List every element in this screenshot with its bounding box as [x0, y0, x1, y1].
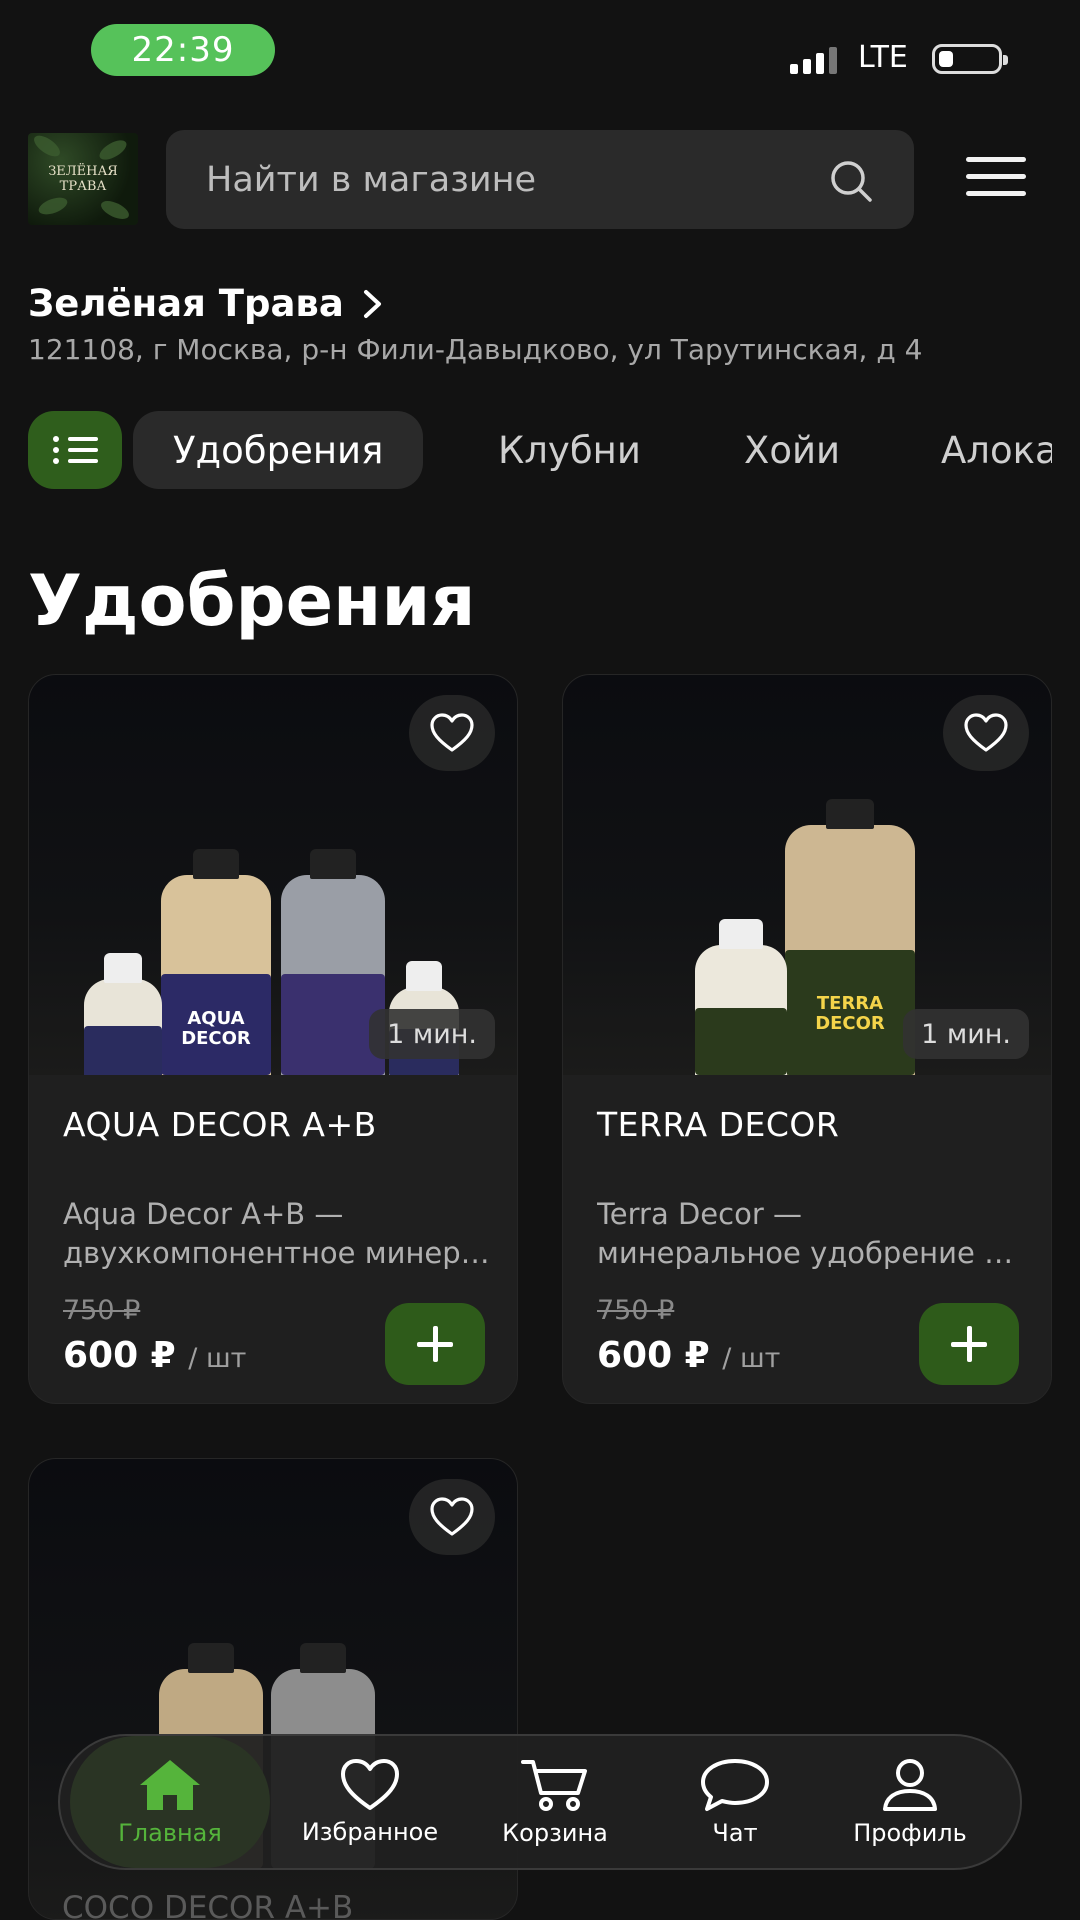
- product-description: Terra Decor — минеральное удобрение для …: [597, 1195, 1027, 1273]
- nav-cart[interactable]: Корзина: [470, 1736, 640, 1868]
- search-icon[interactable]: [828, 158, 874, 204]
- chat-icon: [701, 1759, 769, 1811]
- search-placeholder: Найти в магазине: [206, 160, 536, 200]
- nav-home[interactable]: Главная: [70, 1736, 270, 1868]
- product-card[interactable]: TERRA DECOR 1 мин. TERRA DECOR Terra Dec…: [562, 674, 1052, 1404]
- nav-label: Главная: [118, 1819, 222, 1847]
- old-price: 750 ₽: [597, 1295, 675, 1326]
- old-price: 750 ₽: [63, 1295, 141, 1326]
- delivery-time-badge: 1 мин.: [369, 1009, 495, 1059]
- description-line: Terra Decor —: [597, 1197, 802, 1231]
- description-line: Aqua Decor A+B —: [63, 1197, 344, 1231]
- bottle-label: AQUA DECOR: [181, 1008, 251, 1050]
- category-chip[interactable]: Удобрения: [133, 411, 424, 489]
- nav-chat[interactable]: Чат: [660, 1736, 810, 1868]
- add-to-cart-button[interactable]: [919, 1303, 1019, 1385]
- price: 600 ₽ / шт: [63, 1335, 246, 1376]
- favorite-button[interactable]: [943, 695, 1029, 771]
- hamburger-menu-icon[interactable]: [966, 157, 1026, 197]
- heart-icon: [964, 713, 1008, 752]
- favorite-button[interactable]: [409, 695, 495, 771]
- heart-icon: [341, 1759, 399, 1810]
- description-line: двухкомпонентное минеральное удобрение: [63, 1236, 493, 1270]
- home-icon: [140, 1760, 200, 1810]
- heart-icon: [430, 1497, 474, 1536]
- nav-label: Избранное: [301, 1818, 439, 1846]
- price-value: 600 ₽: [63, 1335, 176, 1376]
- heart-icon: [430, 713, 474, 752]
- category-list-icon[interactable]: [28, 411, 122, 489]
- nav-label: Корзина: [502, 1819, 608, 1847]
- bottom-navigation: Главная Избранное Корзина Чат Профиль: [58, 1734, 1022, 1870]
- nav-label: Чат: [712, 1819, 758, 1847]
- bottle-label: TERRA DECOR: [815, 992, 885, 1034]
- chevron-right-icon: [363, 289, 381, 318]
- status-time: 22:39: [91, 24, 275, 76]
- store-name: Зелёная Трава: [28, 282, 344, 325]
- product-name: COCO DECOR A+B: [62, 1890, 354, 1920]
- store-name-link[interactable]: Зелёная Трава: [28, 282, 384, 325]
- nav-label: Профиль: [853, 1819, 967, 1847]
- category-chip[interactable]: Клубни: [498, 411, 641, 489]
- status-bar: 22:39 LTE: [0, 0, 1080, 110]
- signal-icon: [790, 44, 837, 74]
- category-chips: Удобрения Клубни Хойи Алоказии: [28, 411, 1052, 489]
- nav-favorites[interactable]: Избранное: [280, 1736, 460, 1868]
- price-unit: / шт: [188, 1343, 247, 1374]
- product-description: Aqua Decor A+B — двухкомпонентное минера…: [63, 1195, 493, 1273]
- product-card[interactable]: AQUA DECOR 1 мин. AQUA DECOR A+B Aqua De…: [28, 674, 518, 1404]
- network-type: LTE: [858, 40, 908, 75]
- delivery-time-badge: 1 мин.: [903, 1009, 1029, 1059]
- store-logo[interactable]: ЗЕЛЁНАЯ ТРАВА: [28, 133, 138, 225]
- product-name: AQUA DECOR A+B: [63, 1105, 377, 1144]
- price: 600 ₽ / шт: [597, 1335, 780, 1376]
- cart-icon: [521, 1760, 587, 1811]
- nav-profile[interactable]: Профиль: [820, 1736, 1000, 1868]
- product-name: TERRA DECOR: [597, 1105, 840, 1144]
- add-to-cart-button[interactable]: [385, 1303, 485, 1385]
- price-unit: / шт: [722, 1343, 781, 1374]
- category-chip[interactable]: Хойи: [744, 411, 840, 489]
- description-line: минеральное удобрение для растений: [597, 1236, 1027, 1270]
- favorite-button[interactable]: [409, 1479, 495, 1555]
- price-value: 600 ₽: [597, 1335, 710, 1376]
- battery-icon: [932, 44, 1008, 74]
- search-input[interactable]: Найти в магазине: [166, 130, 914, 229]
- store-address: 121108, г Москва, р-н Фили-Давыдково, ул…: [28, 333, 923, 366]
- profile-icon: [883, 1759, 937, 1811]
- category-chip[interactable]: Алоказии: [941, 411, 1052, 489]
- logo-text-line1: ЗЕЛЁНАЯ: [48, 164, 118, 179]
- logo-text-line2: ТРАВА: [59, 179, 107, 194]
- section-title: Удобрения: [28, 560, 476, 642]
